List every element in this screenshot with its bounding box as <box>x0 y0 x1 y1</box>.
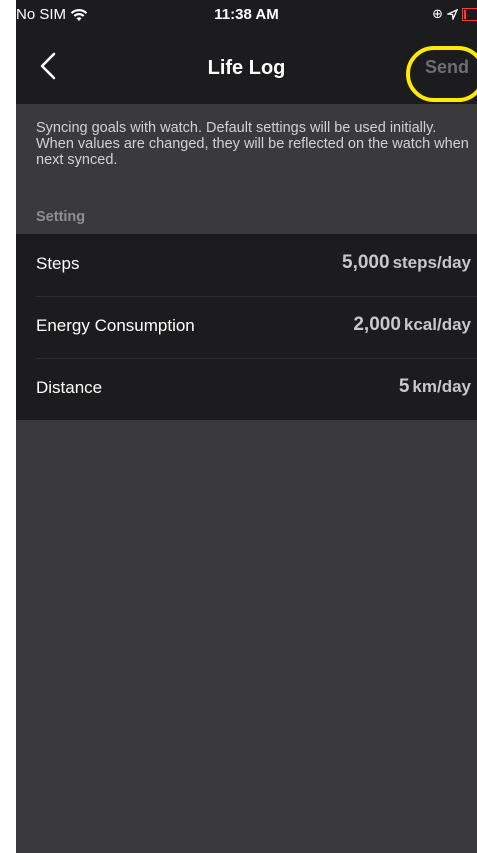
location-icon <box>447 8 458 20</box>
rotation-lock-icon: ⊕ <box>432 6 443 21</box>
battery-icon <box>462 7 477 21</box>
setting-value-unit: kcal/day <box>403 315 471 334</box>
setting-value-number: 5 <box>398 376 410 397</box>
status-bar: No SIM 11:38 AM ⊕ <box>16 0 477 30</box>
status-time: 11:38 AM <box>214 6 279 23</box>
setting-value-unit: km/day <box>412 377 471 396</box>
setting-row-steps[interactable]: Steps 5,000 steps/day <box>16 234 477 296</box>
setting-row-distance[interactable]: Distance 5 km/day <box>16 358 477 420</box>
section-header: Setting <box>36 209 86 225</box>
setting-value: 5 km/day <box>399 376 471 398</box>
setting-label: Distance <box>36 378 103 397</box>
setting-value-number: 2,000 <box>353 314 401 335</box>
send-highlight-circle <box>406 46 477 102</box>
setting-value: 5,000 steps/day <box>342 252 471 274</box>
setting-value: 2,000 kcal/day <box>353 314 471 336</box>
setting-value-number: 5,000 <box>342 252 390 273</box>
setting-label: Energy Consumption <box>36 316 195 335</box>
sync-info-text: Syncing goals with watch. Default settin… <box>36 120 469 168</box>
setting-row-energy[interactable]: Energy Consumption 2,000 kcal/day <box>16 296 477 358</box>
status-right: ⊕ <box>432 6 477 22</box>
screen: No SIM 11:38 AM ⊕ Life Log Send Syncing … <box>16 0 477 853</box>
setting-label: Steps <box>36 254 80 273</box>
settings-list: Steps 5,000 steps/day Energy Consumption … <box>16 234 477 420</box>
setting-value-unit: steps/day <box>392 253 471 272</box>
